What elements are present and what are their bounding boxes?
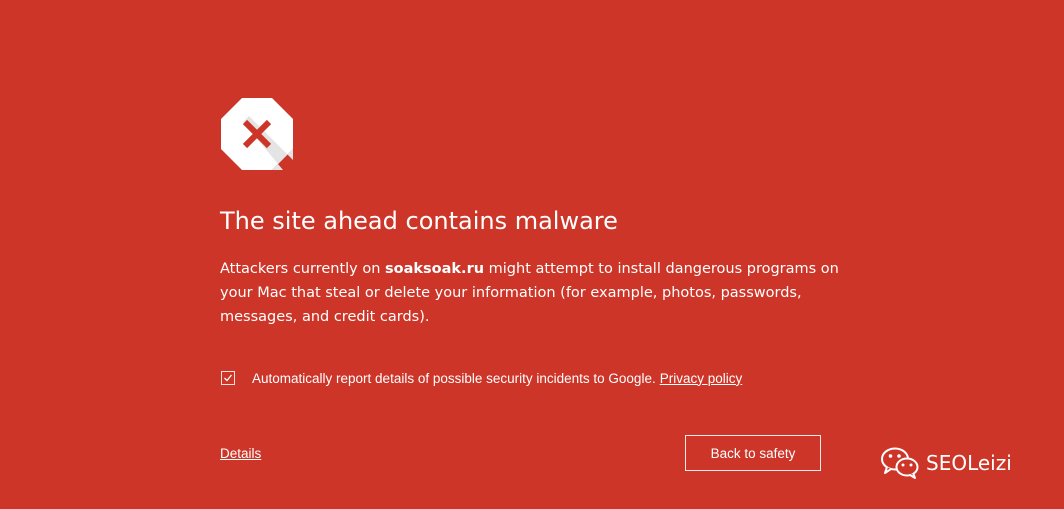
watermark: SEOLeizi <box>880 446 1012 480</box>
description-prefix: Attackers currently on <box>220 261 386 277</box>
back-to-safety-button[interactable]: Back to safety <box>685 435 821 471</box>
warning-description: Attackers currently on soaksoak.ru might… <box>220 257 860 329</box>
page-title: The site ahead contains malware <box>220 207 618 235</box>
watermark-text: SEOLeizi <box>926 451 1012 475</box>
privacy-policy-link[interactable]: Privacy policy <box>660 371 743 386</box>
report-checkbox[interactable] <box>221 371 235 385</box>
report-option: Automatically report details of possible… <box>221 369 742 387</box>
checkmark-icon <box>224 374 233 382</box>
details-link[interactable]: Details <box>220 446 261 461</box>
stop-octagon-x-icon <box>221 98 293 170</box>
malware-domain: soaksoak.ru <box>385 261 485 277</box>
report-label: Automatically report details of possible… <box>252 370 656 386</box>
wechat-icon <box>881 447 919 479</box>
